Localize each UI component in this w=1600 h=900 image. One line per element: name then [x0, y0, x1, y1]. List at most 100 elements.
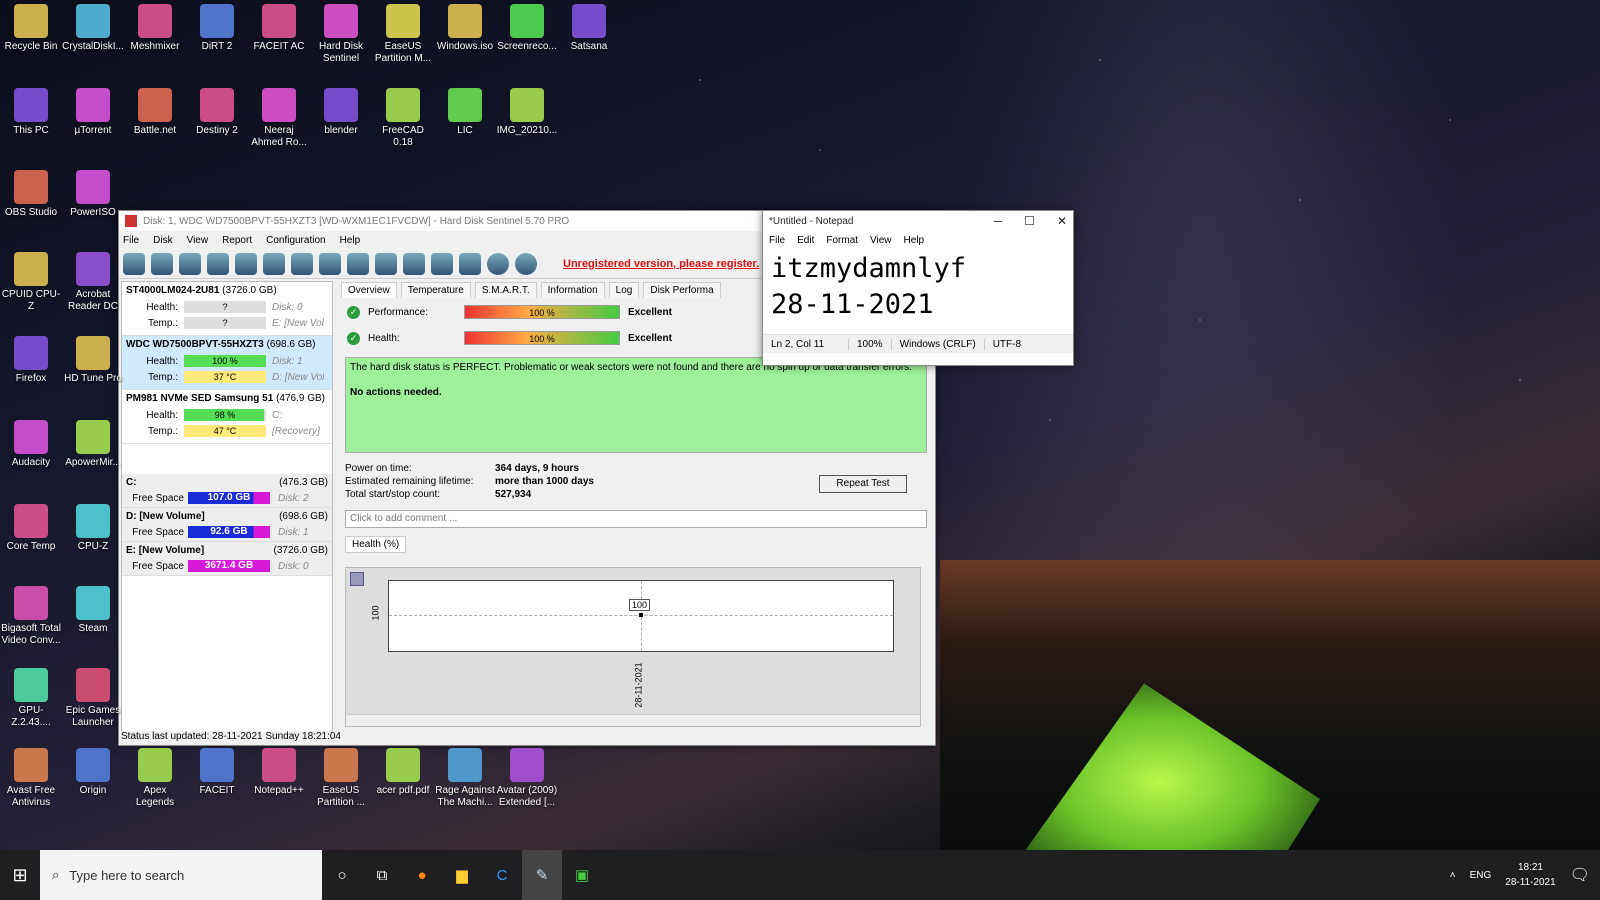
info-icon[interactable] — [515, 252, 537, 275]
ccleaner-icon[interactable]: C — [482, 850, 522, 900]
notepad-text-area[interactable]: itzmydamnlyf 28-11-2021 — [763, 249, 1073, 335]
desktop-icon[interactable]: Recycle Bin — [0, 4, 62, 53]
notepad-window[interactable]: *Untitled - Notepad ─ ☐ ✕ File Edit Form… — [762, 210, 1074, 366]
chart-scrollbar[interactable] — [346, 714, 920, 726]
desktop-icon[interactable]: Avast Free Antivirus — [0, 748, 62, 809]
menu-report[interactable]: Report — [222, 235, 252, 246]
desktop-icon[interactable]: blender — [310, 88, 372, 137]
menu-file[interactable]: File — [769, 235, 785, 246]
desktop-icon[interactable]: Origin — [62, 748, 124, 797]
disk-info-icon[interactable] — [179, 252, 201, 275]
desktop-icon[interactable]: Acrobat Reader DC — [62, 252, 124, 313]
desktop-icon[interactable]: Steam — [62, 586, 124, 635]
disk-entry[interactable]: PM981 NVMe SED Samsung 51 (476.9 GB) Heal… — [122, 390, 332, 444]
desktop-icon[interactable]: Epic Games Launcher — [62, 668, 124, 729]
desktop-icon[interactable]: PowerISO — [62, 170, 124, 219]
desktop-icon[interactable]: Audacity — [0, 420, 62, 469]
desktop-icon[interactable]: Screenreco... — [496, 4, 558, 53]
report-icon[interactable] — [347, 252, 369, 275]
desktop-icon[interactable]: Windows.iso — [434, 4, 496, 53]
firefox-icon[interactable]: ● — [402, 850, 442, 900]
tool-icon[interactable] — [263, 252, 285, 275]
notifications-icon[interactable]: 🗨 — [1570, 865, 1590, 885]
volume-entry[interactable]: D: [New Volume] (698.6 GB) Free Space 92.6 … — [122, 508, 332, 542]
desktop-icon[interactable]: IMG_20210... — [496, 88, 558, 137]
tool-icon[interactable] — [235, 252, 257, 275]
repeat-test-button[interactable]: Repeat Test — [819, 475, 907, 493]
desktop-icon[interactable]: acer pdf.pdf — [372, 748, 434, 797]
desktop-icon[interactable]: ApowerMir... — [62, 420, 124, 469]
desktop-icon[interactable]: EaseUS Partition ... — [310, 748, 372, 809]
monitor-icon[interactable] — [431, 252, 453, 275]
tool-icon[interactable] — [207, 252, 229, 275]
menu-view[interactable]: View — [870, 235, 892, 246]
desktop-icon[interactable]: Avatar (2009) Extended [... — [496, 748, 558, 809]
desktop-icon[interactable]: Rage Against The Machi... — [434, 748, 496, 809]
menu-help[interactable]: Help — [340, 235, 361, 246]
save-icon[interactable] — [350, 572, 364, 586]
desktop-icon[interactable]: CrystalDiskI... — [62, 4, 124, 53]
desktop-icon[interactable]: Core Temp — [0, 504, 62, 553]
chevron-up-icon[interactable]: ˄ — [1450, 870, 1456, 881]
notepad-titlebar[interactable]: *Untitled - Notepad ─ ☐ ✕ — [763, 211, 1073, 231]
desktop-icon[interactable]: Satsana — [558, 4, 620, 53]
desktop-icon[interactable]: Firefox — [0, 336, 62, 385]
disk-entry[interactable]: WDC WD7500BPVT-55HXZT3 (698.6 GB) Health:… — [122, 336, 332, 390]
search-box[interactable]: ⌕ Type here to search — [40, 850, 322, 900]
volume-entry[interactable]: C: (476.3 GB) Free Space 107.0 GB Disk: 2 — [122, 474, 332, 508]
desktop-icon[interactable]: GPU-Z.2.43.... — [0, 668, 62, 729]
desktop-icon[interactable]: µTorrent — [62, 88, 124, 137]
menu-view[interactable]: View — [187, 235, 209, 246]
sync-icon[interactable] — [375, 252, 397, 275]
menu-help[interactable]: Help — [904, 235, 925, 246]
notepad-icon[interactable]: ✎ — [522, 850, 562, 900]
desktop-icon[interactable]: DiRT 2 — [186, 4, 248, 53]
desktop-icon[interactable]: HD Tune Pro — [62, 336, 124, 385]
refresh-icon[interactable] — [123, 252, 145, 275]
tab-overview[interactable]: Overview — [341, 282, 397, 298]
tab-smart[interactable]: S.M.A.R.T. — [474, 282, 537, 298]
globe-icon[interactable] — [319, 252, 341, 275]
network-icon[interactable] — [403, 252, 425, 275]
desktop-icon[interactable]: OBS Studio — [0, 170, 62, 219]
minimize-icon[interactable]: ─ — [994, 214, 1003, 228]
desktop-icon[interactable]: FreeCAD 0.18 — [372, 88, 434, 149]
tool-icon[interactable] — [291, 252, 313, 275]
menu-file[interactable]: File — [123, 235, 139, 246]
tab-disk-performance[interactable]: Disk Performa — [643, 282, 721, 298]
settings-icon[interactable] — [459, 252, 481, 275]
desktop-icon[interactable]: LIC — [434, 88, 496, 137]
unregistered-link[interactable]: Unregistered version, please register. — [563, 258, 759, 270]
desktop-icon[interactable]: Bigasoft Total Video Conv... — [0, 586, 62, 647]
menu-format[interactable]: Format — [826, 235, 858, 246]
disk-entry[interactable]: ST4000LM024-2U81 (3726.0 GB) Health:? Disk… — [122, 282, 332, 336]
desktop-icon[interactable]: EaseUS Partition M... — [372, 4, 434, 65]
volume-entry[interactable]: E: [New Volume] (3726.0 GB) Free Space 3671… — [122, 542, 332, 576]
maximize-icon[interactable]: ☐ — [1024, 214, 1035, 228]
desktop-icon[interactable]: Apex Legends — [124, 748, 186, 809]
tab-log[interactable]: Log — [608, 282, 640, 298]
menu-configuration[interactable]: Configuration — [266, 235, 325, 246]
task-view-icon[interactable]: ⧉ — [362, 850, 402, 900]
desktop-icon[interactable]: Meshmixer — [124, 4, 186, 53]
hard-disk-sentinel-icon[interactable]: ▣ — [562, 850, 602, 900]
desktop-icon[interactable]: Battle.net — [124, 88, 186, 137]
desktop-icon[interactable]: CPUID CPU-Z — [0, 252, 62, 313]
desktop-icon[interactable]: Destiny 2 — [186, 88, 248, 137]
help-icon[interactable] — [487, 252, 509, 275]
desktop-icon[interactable]: Notepad++ — [248, 748, 310, 797]
comment-input[interactable]: Click to add comment ... — [345, 510, 927, 528]
desktop-icon[interactable]: FACEIT AC — [248, 4, 310, 53]
language-indicator[interactable]: ENG — [1470, 870, 1492, 881]
desktop-icon[interactable]: Hard Disk Sentinel — [310, 4, 372, 65]
close-icon[interactable]: ✕ — [1057, 214, 1067, 228]
desktop-icon[interactable]: FACEIT — [186, 748, 248, 797]
menu-disk[interactable]: Disk — [153, 235, 172, 246]
cortana-icon[interactable]: ○ — [322, 850, 362, 900]
file-explorer-icon[interactable]: ▆ — [442, 850, 482, 900]
alert-icon[interactable] — [151, 252, 173, 275]
desktop-icon[interactable]: CPU-Z — [62, 504, 124, 553]
desktop-icon[interactable]: This PC — [0, 88, 62, 137]
clock[interactable]: 18:21 28-11-2021 — [1505, 860, 1555, 890]
tab-information[interactable]: Information — [540, 282, 605, 298]
